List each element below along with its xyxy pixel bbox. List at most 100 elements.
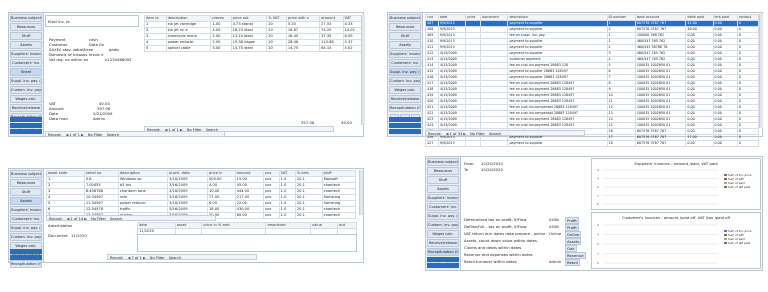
sidebar-item[interactable]: Resources xyxy=(10,179,42,187)
sidebar-item[interactable]: Wages calc. xyxy=(427,230,459,238)
report-button[interactable]: Profit xyxy=(565,224,579,231)
report-button[interactable]: Online xyxy=(565,231,582,238)
no-filter[interactable]: No Filter xyxy=(88,132,103,137)
report-button[interactable]: Retail xyxy=(565,259,580,266)
sidebar-item[interactable]: Receive/release xyxy=(389,95,421,103)
report-button[interactable]: Oak xyxy=(565,245,577,252)
bottom-bar[interactable] xyxy=(389,123,421,128)
sidebar-item[interactable]: Suppliers' invoice xyxy=(10,50,42,58)
sidebar-item[interactable]: Assets xyxy=(427,185,459,193)
record-nav[interactable]: ◄ 7 of 1 ► xyxy=(128,255,146,260)
table-cell: 0.00 xyxy=(712,140,738,147)
sidebar-item[interactable]: Wages calc. xyxy=(389,86,421,94)
search-box[interactable]: Search xyxy=(169,255,181,260)
table-row[interactable]: 5 optical cable 3.00 14.75 ideal 20 14.75 64.1… xyxy=(144,45,363,52)
sidebar-item[interactable]: Suppliers' invoice xyxy=(389,50,421,58)
sidebar-item[interactable]: Wages calc. xyxy=(10,95,42,103)
sidebar-item[interactable]: Stuff xyxy=(10,32,42,40)
sidebar-item[interactable]: Stuff xyxy=(427,176,459,184)
sidebar-item[interactable]: Suppliers' invoice xyxy=(427,194,459,202)
search-box[interactable]: Search xyxy=(107,132,119,137)
sidebar-item[interactable]: Resources xyxy=(10,23,42,31)
table-row[interactable]: 4 power reducer 2.00 19.38 uagan 20 28.46 115.… xyxy=(144,39,363,46)
to-label: To xyxy=(464,167,468,172)
sidebar-item[interactable]: Business subjects xyxy=(389,14,421,22)
no-filter[interactable]: No Filter xyxy=(150,255,165,260)
sidebar-item[interactable]: Assets xyxy=(10,197,42,205)
y-tick-label: 3 xyxy=(597,177,599,181)
bank-statement-window: Business subjects Resources Stuff Assets… xyxy=(387,12,763,147)
scrollbar[interactable] xyxy=(359,170,363,215)
table-row[interactable]: 427 9/9/2013 payment to supplier 18 607576 3… xyxy=(425,140,760,147)
sidebar-panel2: Business subjects Resources Stuff Assets… xyxy=(388,13,423,136)
bottom-bar[interactable] xyxy=(389,117,421,122)
report-label: Deflise/full – tax on profit, If/Flow xyxy=(464,224,527,229)
bottom-bar[interactable] xyxy=(427,257,459,262)
legend-swatch xyxy=(724,238,727,240)
sidebar-item[interactable]: Suppliers' invoice xyxy=(10,206,42,214)
sidebar-item[interactable]: Customers' inv. xyxy=(10,59,42,67)
table-cell: 0 xyxy=(736,140,760,147)
sidebar-item[interactable]: Assets xyxy=(10,41,42,49)
no-filter[interactable]: No Filter xyxy=(91,216,106,221)
sidebar-item[interactable]: Recapitulation (f) xyxy=(10,260,42,268)
record-nav[interactable]: ◄ 1 of 14 ► xyxy=(67,216,87,221)
table-cell: 20 xyxy=(266,45,287,52)
sidebar-item[interactable]: Business subjects xyxy=(10,170,42,178)
sidebar-item[interactable]: Stuff xyxy=(389,32,421,40)
scrollbar[interactable] xyxy=(759,14,763,128)
record-nav[interactable]: ◄ 1 of 33 ► xyxy=(446,131,466,136)
sidebar-item[interactable]: Recapitulation (f) xyxy=(427,248,459,256)
sidebar-item[interactable]: Sheet xyxy=(10,68,42,76)
table-cell: optical cable xyxy=(165,45,212,52)
table-cell: 18 xyxy=(606,140,636,147)
to-date[interactable]: 10/20/2020 xyxy=(481,167,503,172)
sidebar-item[interactable]: Suppl. inv. pay. (f) xyxy=(10,77,42,85)
sidebar-item[interactable]: Resources xyxy=(427,167,459,175)
report-button[interactable]: Revenue xyxy=(565,252,586,259)
y-tick-label: 3 xyxy=(597,233,599,237)
report-button[interactable]: Assets xyxy=(565,238,582,245)
invoice-header-box: Eisel inv. re xyxy=(45,15,139,27)
sidebar-item[interactable]: Recapitulation (f) xyxy=(389,104,421,112)
y-tick-label: 4 xyxy=(597,223,599,227)
sidebar-item[interactable]: Business subjects xyxy=(10,14,42,22)
bottom-bar[interactable] xyxy=(10,249,42,254)
search-box[interactable]: Search xyxy=(489,131,501,136)
sidebar-item[interactable]: Customers' inv. xyxy=(427,203,459,211)
sidebar-item[interactable]: Suppl. inv. pay. (f) xyxy=(427,212,459,220)
bottom-bar[interactable] xyxy=(10,117,42,122)
sidebar-item[interactable]: Custom. inv. pay. (f) xyxy=(10,233,42,241)
sidebar-item[interactable]: Customers' inv. xyxy=(10,215,42,223)
amortization-box xyxy=(137,234,357,252)
from-date[interactable]: 10/20/2010 xyxy=(481,161,503,166)
sub-record-navigator: Record: ◄ 7 of 1 ► No Filter Search xyxy=(107,254,257,260)
sidebar-item[interactable]: Assets xyxy=(389,41,421,49)
sidebar-item[interactable]: Custom. inv. pay. (f) xyxy=(389,77,421,85)
sidebar-item[interactable]: Receive/release xyxy=(427,239,459,247)
sidebar-item[interactable]: Custom. inv. pay. (f) xyxy=(10,86,42,94)
sidebar-item[interactable]: Custom. inv. pay. (f) xyxy=(427,221,459,229)
bottom-bar[interactable] xyxy=(10,255,42,260)
y-tick-label: 2 xyxy=(597,242,599,246)
table-cell: 0.00 xyxy=(685,140,714,147)
sidebar-item[interactable]: Stuff xyxy=(10,188,42,196)
total-vat: 49.00 xyxy=(341,120,352,125)
sidebar-item[interactable]: Resources xyxy=(389,23,421,31)
no-filter[interactable]: No Filter xyxy=(470,131,485,136)
bottom-bar[interactable] xyxy=(10,129,42,134)
sidebar-item[interactable]: Receive/release xyxy=(10,104,42,112)
sidebar-item[interactable]: Customers' inv. xyxy=(389,59,421,67)
report-button[interactable]: Profit xyxy=(565,217,579,224)
sidebar-item[interactable]: Business subjects xyxy=(427,158,459,166)
bottom-bar[interactable] xyxy=(427,263,459,268)
scrollbar[interactable] xyxy=(361,15,365,125)
suppliers-chart: Suppliers' invoices - amount /paid, VAT … xyxy=(591,158,761,210)
search-box[interactable]: Search xyxy=(110,216,122,221)
sidebar-item[interactable]: Suppl. inv. pay. (f) xyxy=(389,68,421,76)
record-label: Record: xyxy=(48,133,62,137)
bottom-bar[interactable] xyxy=(10,123,42,128)
record-nav[interactable]: ◄ 1 of 1 ► xyxy=(66,132,84,137)
sidebar-item[interactable]: Suppl. inv. pay. (f) xyxy=(10,224,42,232)
bottom-bar[interactable] xyxy=(389,129,421,134)
